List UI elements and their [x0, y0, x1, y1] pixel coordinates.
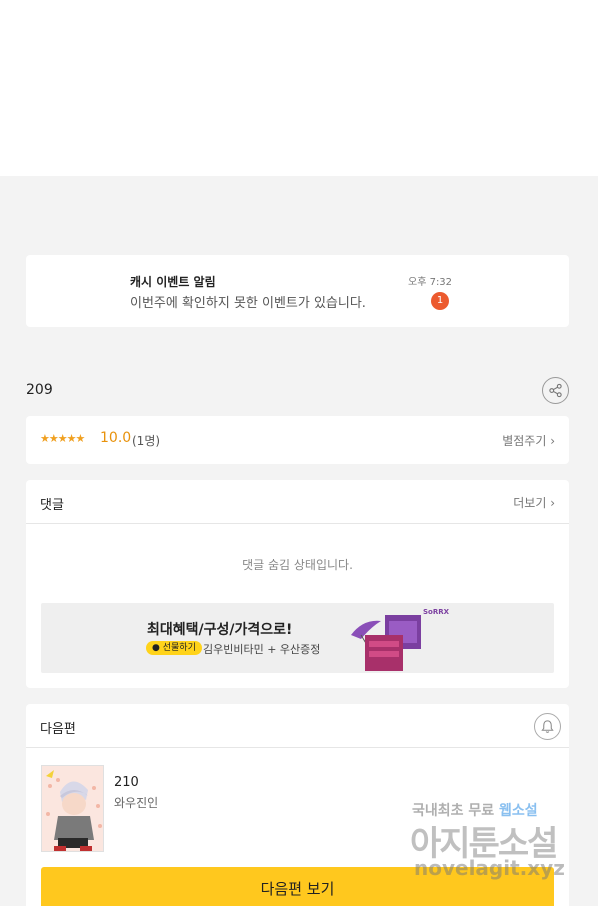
- chat-bubble-icon: ●: [152, 643, 160, 653]
- notice-title: 캐시 이벤트 알림: [130, 275, 216, 289]
- character-illustration: [42, 766, 103, 851]
- rating-bar: ★★★★★ 10.0 (1명) 별점주기 ›: [26, 416, 569, 464]
- next-episode-title: 다음편: [40, 722, 76, 737]
- share-icon: [549, 383, 562, 398]
- next-episode-thumbnail[interactable]: [41, 765, 104, 852]
- rate-button[interactable]: 별점주기 ›: [502, 432, 555, 449]
- top-blank-area: [0, 0, 598, 176]
- ad-gift-badge: ● 선물하기: [146, 641, 202, 655]
- notice-count-badge: 1: [431, 292, 449, 310]
- notice-message: 이번주에 확인하지 못한 이벤트가 있습니다.: [130, 296, 366, 311]
- cash-event-notice[interactable]: 캐시 이벤트 알림 이번주에 확인하지 못한 이벤트가 있습니다. 오후 7:3…: [26, 255, 569, 327]
- comments-more-link[interactable]: 더보기 ›: [513, 494, 555, 511]
- next-episode-author: 와우진인: [114, 796, 159, 810]
- rating-count: (1명): [132, 434, 161, 448]
- ad-brand-label: SoRRX: [423, 608, 450, 616]
- rating-score: 10.0: [100, 430, 132, 446]
- share-button[interactable]: [542, 377, 569, 404]
- next-episode-number: 210: [114, 775, 139, 790]
- next-episode-header: 다음편: [26, 704, 569, 748]
- episode-title: 209: [26, 382, 53, 398]
- comments-header: 댓글 더보기 ›: [26, 480, 569, 524]
- star-rating-icon: ★★★★★: [40, 432, 85, 445]
- notification-button[interactable]: [534, 713, 561, 740]
- ad-headline: 최대혜택/구성/가격으로!: [147, 622, 293, 638]
- comments-hidden-message: 댓글 숨김 상태입니다.: [242, 558, 353, 572]
- comments-section: 댓글 더보기 › 댓글 숨김 상태입니다. 최대혜택/구성/가격으로! ● 선물…: [26, 480, 569, 688]
- ad-subtitle: 김우빈비타민 + 우산증정: [203, 643, 321, 656]
- ad-gift-label: 선물하기: [162, 643, 196, 653]
- bell-icon: [541, 720, 554, 733]
- notice-time: 오후 7:32: [408, 277, 453, 288]
- watermark-domain: novelagit.xyz: [414, 856, 565, 880]
- product-image: [351, 615, 421, 671]
- ad-banner[interactable]: 최대혜택/구성/가격으로! ● 선물하기 김우빈비타민 + 우산증정 SoRRX: [41, 603, 554, 673]
- comments-title: 댓글: [40, 498, 64, 513]
- watermark: 국내최초 무료 웹소설 아지툰소설 novelagit.xyz: [408, 796, 588, 892]
